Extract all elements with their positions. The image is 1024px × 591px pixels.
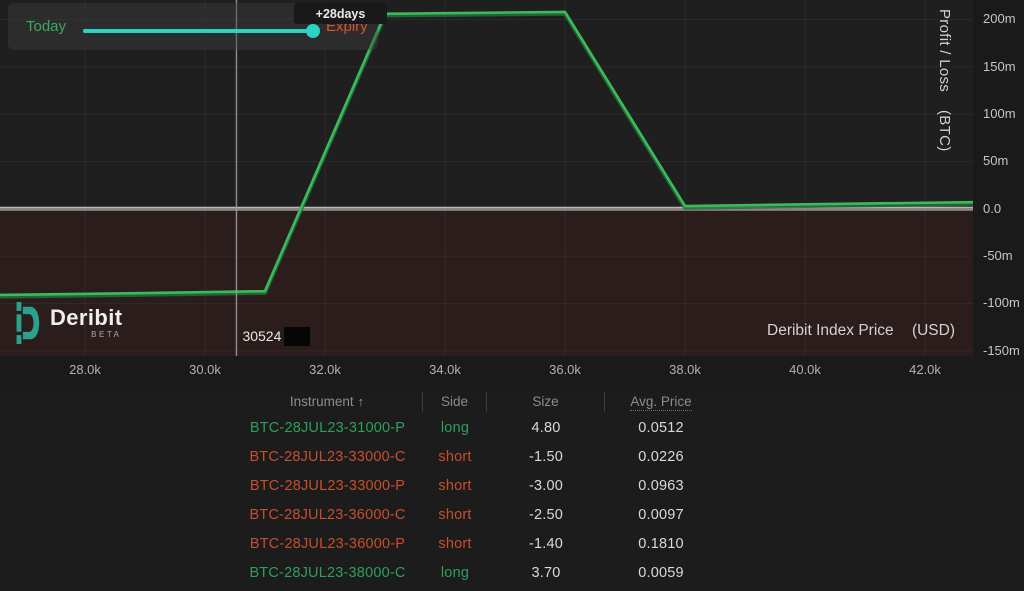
beta-badge: BETA	[91, 330, 122, 339]
x-tick-label: 34.0k	[429, 362, 461, 377]
table-row[interactable]: BTC-28JUL23-36000-P short -1.40 0.1810	[232, 529, 717, 558]
y-tick-label: 100m	[983, 106, 1016, 121]
avg-price-cell: 0.0512	[605, 420, 717, 436]
instrument-cell: BTC-28JUL23-33000-C	[232, 449, 423, 465]
header-size[interactable]: Size	[487, 392, 605, 412]
header-avg-price[interactable]: Avg. Price	[605, 392, 717, 412]
table-row[interactable]: BTC-28JUL23-36000-C short -2.50 0.0097	[232, 500, 717, 529]
avg-price-cell: 0.0963	[605, 478, 717, 494]
instrument-cell: BTC-28JUL23-33000-P	[232, 478, 423, 494]
table-row[interactable]: BTC-28JUL23-33000-P short -3.00 0.0963	[232, 471, 717, 500]
positions-table: Instrument↑ Side Size Avg. Price BTC-28J…	[232, 391, 717, 587]
size-cell: 3.70	[487, 565, 605, 581]
x-axis-title: Deribit Index Price (USD)	[767, 322, 955, 340]
size-cell: -2.50	[487, 507, 605, 523]
time-slider-handle[interactable]	[306, 24, 320, 38]
x-tick-label: 28.0k	[69, 362, 101, 377]
x-axis-label: Deribit Index Price	[767, 322, 894, 339]
side-cell: long	[423, 565, 487, 581]
side-cell: short	[423, 478, 487, 494]
deribit-watermark: Deribit BETA	[10, 302, 122, 344]
size-cell: -1.40	[487, 536, 605, 552]
pl-chart-area: 200m150m100m50m0.0-50m-100m-150m Profit …	[0, 0, 1024, 356]
side-cell: long	[423, 420, 487, 436]
y-axis-unit: (BTC)	[936, 110, 953, 152]
today-label: Today	[26, 18, 66, 35]
y-tick-label: 0.0	[983, 201, 1001, 216]
instrument-cell: BTC-28JUL23-38000-C	[232, 565, 423, 581]
table-row[interactable]: BTC-28JUL23-38000-C long 3.70 0.0059	[232, 558, 717, 587]
y-tick-label: 200m	[983, 11, 1016, 26]
y-tick-label: 150m	[983, 59, 1016, 74]
x-tick-label: 32.0k	[309, 362, 341, 377]
size-cell: -1.50	[487, 449, 605, 465]
redacted-box	[284, 327, 310, 346]
sort-asc-icon: ↑	[358, 394, 365, 409]
y-axis-label: Profit / Loss	[936, 9, 953, 92]
x-tick-label: 30.0k	[189, 362, 221, 377]
crosshair-price-value: 30524	[242, 328, 281, 344]
x-tick-label: 42.0k	[909, 362, 941, 377]
x-tick-label: 40.0k	[789, 362, 821, 377]
header-side[interactable]: Side	[423, 392, 487, 412]
avg-price-cell: 0.1810	[605, 536, 717, 552]
y-axis-title: Profit / Loss (BTC)	[936, 9, 953, 179]
side-cell: short	[423, 507, 487, 523]
time-slider-panel: Today Expiry +28days	[8, 3, 378, 50]
side-cell: short	[423, 536, 487, 552]
table-row[interactable]: BTC-28JUL23-33000-C short -1.50 0.0226	[232, 442, 717, 471]
x-tick-label: 36.0k	[549, 362, 581, 377]
side-cell: short	[423, 449, 487, 465]
time-slider-track[interactable]	[83, 29, 314, 33]
x-tick-label: 38.0k	[669, 362, 701, 377]
crosshair-price-readout: 30524	[242, 326, 310, 346]
instrument-cell: BTC-28JUL23-31000-P	[232, 420, 423, 436]
y-tick-label: -50m	[983, 248, 1013, 263]
days-offset-tooltip: +28days	[294, 3, 387, 24]
avg-price-cell: 0.0059	[605, 565, 717, 581]
brand-name: Deribit	[50, 307, 122, 329]
avg-price-cell: 0.0097	[605, 507, 717, 523]
y-tick-label: 50m	[983, 153, 1008, 168]
pl-chart-plot[interactable]	[0, 0, 973, 356]
table-header-row: Instrument↑ Side Size Avg. Price	[232, 391, 717, 413]
x-axis-ticks: 28.0k 30.0k 32.0k 34.0k 36.0k 38.0k 40.0k 42.0k	[0, 356, 1024, 386]
y-tick-label: -100m	[983, 295, 1020, 310]
header-instrument[interactable]: Instrument↑	[232, 392, 423, 412]
size-cell: 4.80	[487, 420, 605, 436]
x-axis-unit: (USD)	[912, 322, 955, 339]
deribit-logo-icon	[10, 302, 42, 344]
size-cell: -3.00	[487, 478, 605, 494]
table-row[interactable]: BTC-28JUL23-31000-P long 4.80 0.0512	[232, 413, 717, 442]
deribit-position-builder: { "slider": { "today_label": "Today", "e…	[0, 0, 1024, 591]
avg-price-cell: 0.0226	[605, 449, 717, 465]
y-axis-ticks: 200m150m100m50m0.0-50m-100m-150m	[983, 0, 1024, 356]
instrument-cell: BTC-28JUL23-36000-C	[232, 507, 423, 523]
instrument-cell: BTC-28JUL23-36000-P	[232, 536, 423, 552]
